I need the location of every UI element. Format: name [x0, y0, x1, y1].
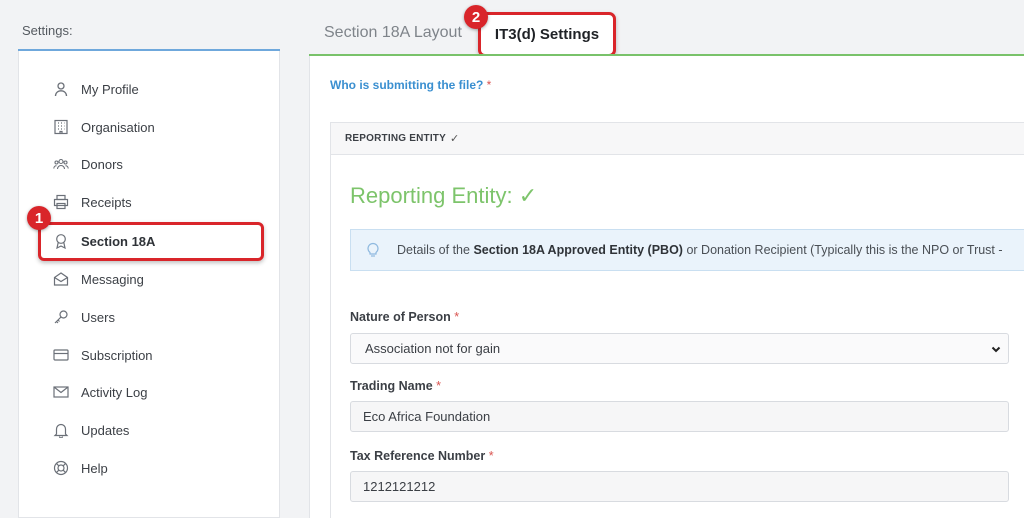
step-badge-2: 2 [464, 5, 488, 29]
nature-of-person-label: Nature of Person * [350, 310, 459, 324]
required-mark: * [488, 449, 494, 463]
main-panel: Who is submitting the file? * REPORTING … [309, 56, 1024, 518]
info-suffix: or Donation Recipient (Typically this is… [686, 243, 1003, 257]
sidebar-item-organisation[interactable]: Organisation [19, 112, 281, 142]
step-badge-1: 1 [27, 206, 51, 230]
tax-reference-label: Tax Reference Number * [350, 449, 494, 463]
sidebar-item-label: Users [81, 309, 115, 325]
credit-card-icon [53, 347, 69, 363]
sidebar-item-section-18a[interactable]: Section 18A [19, 226, 281, 256]
info-callout: Details of the Section 18A Approved Enti… [350, 229, 1024, 271]
required-mark: * [454, 310, 460, 324]
sidebar-item-label: My Profile [81, 81, 139, 97]
tax-reference-input[interactable]: 1212121212 [350, 471, 1009, 502]
people-icon [53, 156, 69, 172]
sidebar-item-messaging[interactable]: Messaging [19, 264, 281, 294]
info-bold: Section 18A Approved Entity (PBO) [473, 243, 683, 257]
sidebar-item-donors[interactable]: Donors [19, 149, 281, 179]
building-icon [53, 119, 69, 135]
sidebar-item-activity-log[interactable]: Activity Log [19, 377, 281, 407]
sidebar-item-label: Updates [81, 422, 130, 438]
submitter-question: Who is submitting the file? * [330, 78, 491, 92]
trading-name-input[interactable]: Eco Africa Foundation [350, 401, 1009, 432]
settings-heading: Settings: [22, 23, 73, 38]
reporting-entity-card: REPORTING ENTITY ✓ Reporting Entity: ✓ D… [330, 122, 1024, 518]
required-mark: * [486, 78, 492, 92]
question-text: Who is submitting the file? [330, 78, 484, 92]
trading-name-label: Trading Name * [350, 379, 441, 393]
check-icon: ✓ [449, 133, 460, 145]
sidebar-item-label: Section 18A [81, 233, 156, 249]
bell-icon [53, 422, 69, 438]
sidebar-item-receipts[interactable]: Receipts [19, 187, 281, 217]
nature-of-person-select[interactable]: Association not for gain [350, 333, 1009, 364]
key-icon [53, 309, 69, 325]
card-header[interactable]: REPORTING ENTITY ✓ [331, 123, 1024, 155]
chevron-down-icon [991, 346, 1001, 353]
input-value: Eco Africa Foundation [363, 409, 491, 424]
info-prefix: Details of the [397, 243, 470, 257]
sidebar-item-label: Receipts [81, 194, 132, 210]
sidebar-item-help[interactable]: Help [19, 453, 281, 483]
user-icon [53, 81, 69, 97]
sidebar-item-label: Help [81, 460, 108, 476]
label-text: Trading Name [350, 379, 433, 393]
sidebar-item-label: Donors [81, 156, 123, 172]
required-mark: * [436, 379, 442, 393]
lightbulb-icon [367, 242, 379, 257]
sidebar-item-users[interactable]: Users [19, 302, 281, 332]
sidebar-item-label: Subscription [81, 347, 153, 363]
sidebar-item-my-profile[interactable]: My Profile [19, 74, 281, 104]
tab-it3d-settings[interactable]: IT3(d) Settings [478, 12, 616, 57]
award-icon [53, 233, 69, 249]
input-value: 1212121212 [363, 479, 436, 494]
label-text: Tax Reference Number [350, 449, 486, 463]
sidebar-item-label: Messaging [81, 271, 144, 287]
entity-title: Reporting Entity: ✓ [350, 183, 538, 208]
card-header-title: REPORTING ENTITY [345, 133, 446, 144]
select-value: Association not for gain [365, 341, 501, 356]
sidebar-item-label: Organisation [81, 119, 155, 135]
sidebar-item-subscription[interactable]: Subscription [19, 340, 281, 370]
label-text: Nature of Person [350, 310, 451, 324]
tab-section-18a-layout[interactable]: Section 18A Layout [324, 24, 462, 42]
envelope-open-icon [53, 271, 69, 287]
sidebar-item-label: Activity Log [81, 384, 148, 400]
lifebuoy-icon [53, 460, 69, 476]
settings-sidebar: My Profile Organisation Donors Receipts … [18, 51, 280, 518]
mail-icon [53, 384, 69, 400]
printer-icon [53, 194, 69, 210]
sidebar-item-updates[interactable]: Updates [19, 415, 281, 445]
tab-label: IT3(d) Settings [494, 26, 600, 43]
